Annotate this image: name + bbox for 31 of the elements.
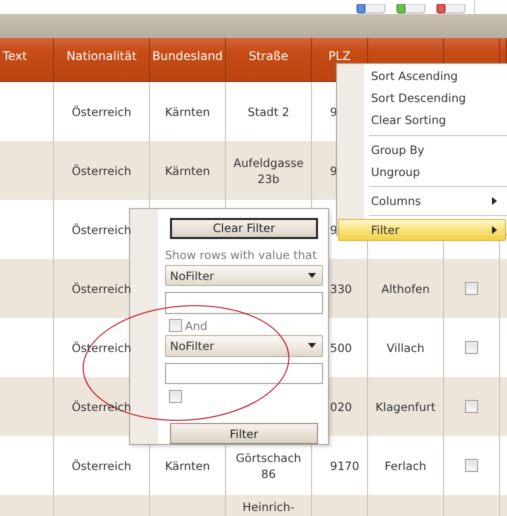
file-icon[interactable]	[435, 4, 467, 14]
column-header[interactable]: Straße	[226, 38, 312, 82]
checkbox[interactable]	[465, 341, 478, 354]
table-cell: Aufeldgasse 23b	[226, 141, 312, 200]
input-field[interactable]	[165, 292, 323, 314]
clear-filter-button[interactable]: Clear Filter	[170, 218, 318, 239]
filter-button[interactable]: Filter	[170, 423, 318, 444]
table-cell: Klagenfurt	[368, 377, 444, 436]
table-cell: Althofen	[368, 259, 444, 318]
table-cell: Heinrich-	[226, 495, 312, 516]
menu-item[interactable]: Filter	[338, 219, 506, 242]
table-cell: Österreich	[54, 141, 150, 200]
operator-dropdown[interactable]: NoFilter	[165, 264, 323, 286]
column-header[interactable]: Nationalität	[54, 38, 150, 82]
checkbox[interactable]	[465, 400, 478, 413]
checkbox[interactable]	[465, 459, 478, 472]
caret-icon	[308, 343, 316, 348]
file-icon[interactable]	[395, 4, 427, 14]
checkbox[interactable]	[465, 282, 478, 295]
caret-icon	[308, 273, 316, 278]
checkbox-label: And	[185, 318, 208, 333]
column-header[interactable]: Text	[0, 38, 54, 82]
file-icon[interactable]	[355, 4, 387, 14]
operator-dropdown[interactable]: NoFilter	[165, 335, 323, 357]
table-cell: Kärnten	[150, 141, 226, 200]
input-field[interactable]	[165, 362, 323, 384]
checkbox[interactable]	[169, 390, 182, 404]
submenu-arrow-icon	[492, 226, 497, 234]
checkbox[interactable]	[169, 319, 182, 332]
column-header[interactable]: Bundesland	[150, 38, 226, 82]
submenu-arrow-icon	[492, 197, 497, 206]
